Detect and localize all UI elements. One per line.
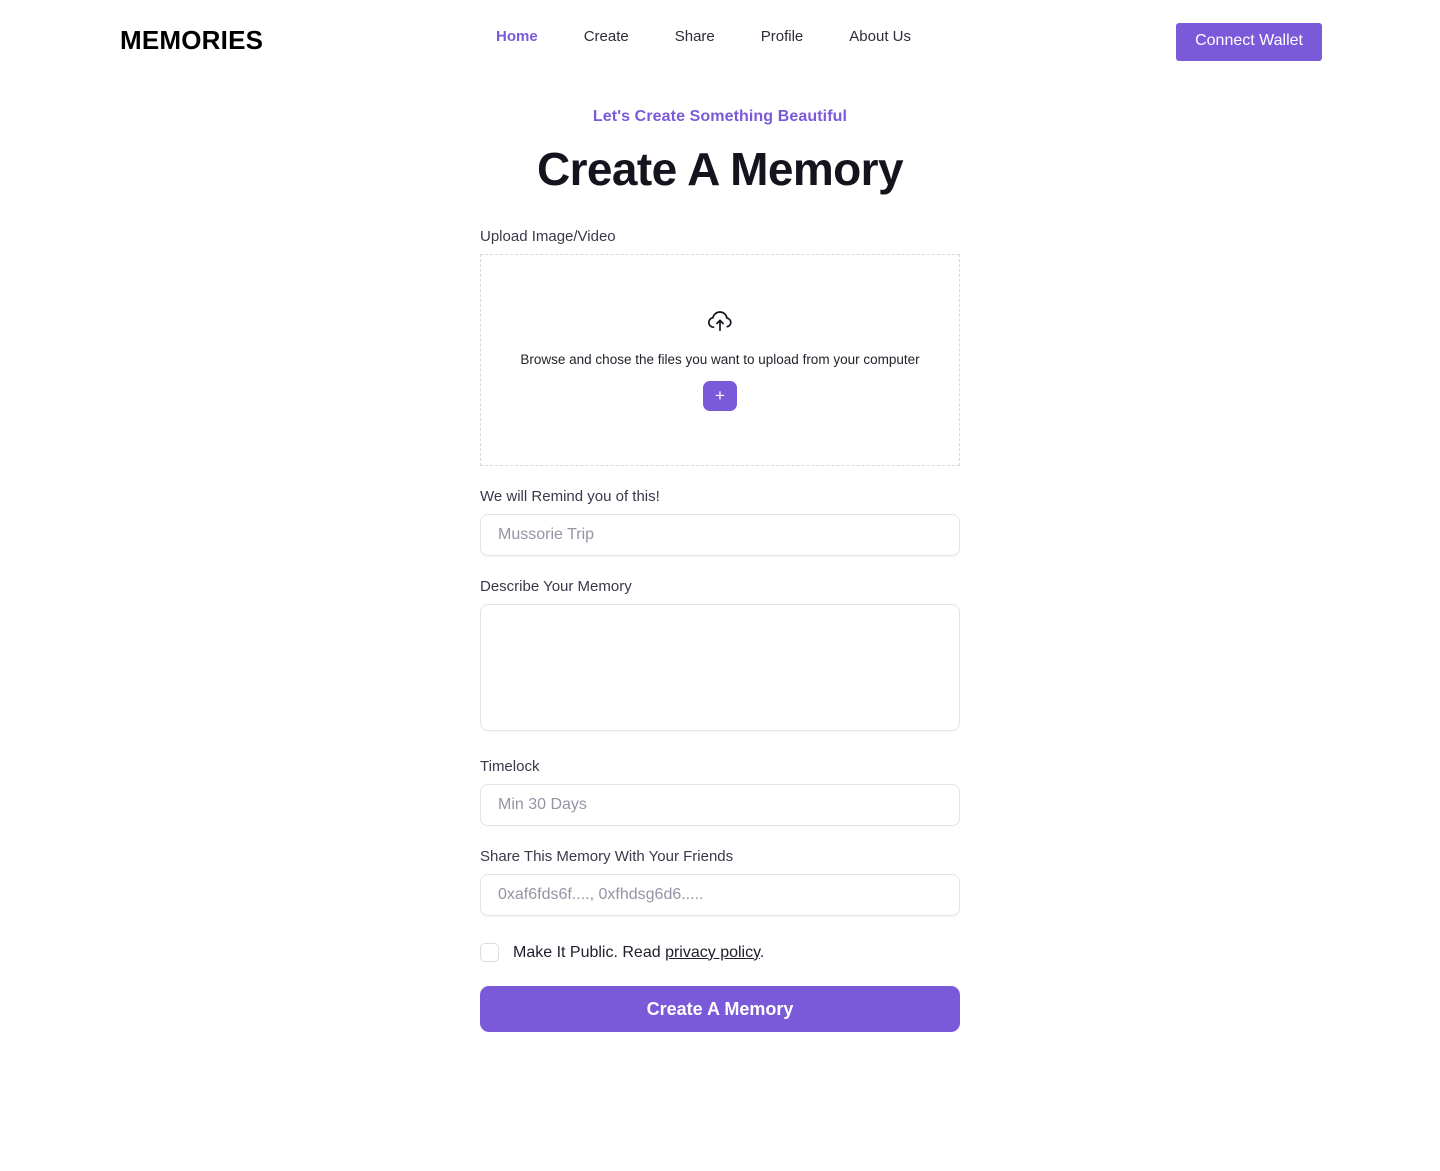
nav-item-share[interactable]: Share (654, 28, 740, 45)
memory-description-textarea[interactable] (480, 604, 960, 731)
add-file-button[interactable]: + (703, 380, 737, 411)
timelock-input[interactable] (480, 784, 960, 826)
nav-item-create[interactable]: Create (563, 28, 654, 45)
share-field-label: Share This Memory With Your Friends (480, 848, 734, 865)
create-memory-form: Upload Image/Video Browse and chose the … (480, 196, 960, 1032)
nav-item-about-us[interactable]: About Us (828, 28, 936, 45)
hero-eyebrow: Let's Create Something Beautiful (592, 108, 848, 125)
memory-title-input[interactable] (480, 514, 960, 556)
share-addresses-input[interactable] (480, 874, 960, 916)
privacy-policy-link[interactable]: privacy policy (665, 944, 760, 961)
cloud-upload-icon (707, 310, 733, 337)
make-public-label: Make It Public. Read privacy policy. (513, 944, 764, 962)
make-public-text-after: . (759, 943, 765, 961)
title-field-group: We will Remind you of this! (480, 488, 960, 556)
site-logo: MEMORIES (120, 24, 264, 55)
description-field-group: Describe Your Memory (480, 578, 960, 736)
main-navigation: Home Create Share Profile About Us (496, 28, 936, 45)
upload-label: Upload Image/Video (480, 228, 616, 245)
description-field-label: Describe Your Memory (480, 578, 632, 595)
upload-dropzone[interactable]: Browse and chose the files you want to u… (480, 254, 960, 466)
make-public-checkbox[interactable] (480, 943, 499, 962)
page-title: Create A Memory (537, 143, 904, 195)
make-public-text-before: Make It Public. Read (513, 943, 666, 961)
connect-wallet-button[interactable]: Connect Wallet (1176, 23, 1322, 61)
title-field-label: We will Remind you of this! (480, 488, 660, 505)
hero-section: Let's Create Something Beautiful Create … (0, 108, 1440, 196)
share-field-group: Share This Memory With Your Friends (480, 848, 960, 916)
create-memory-submit-button[interactable]: Create A Memory (480, 986, 960, 1032)
upload-hint-text: Browse and chose the files you want to u… (520, 351, 920, 367)
timelock-field-group: Timelock (480, 758, 960, 826)
nav-item-profile[interactable]: Profile (740, 28, 829, 45)
site-header: MEMORIES Home Create Share Profile About… (0, 0, 1440, 80)
make-public-row: Make It Public. Read privacy policy. (480, 943, 960, 962)
timelock-field-label: Timelock (480, 758, 540, 775)
nav-item-home[interactable]: Home (496, 28, 563, 45)
